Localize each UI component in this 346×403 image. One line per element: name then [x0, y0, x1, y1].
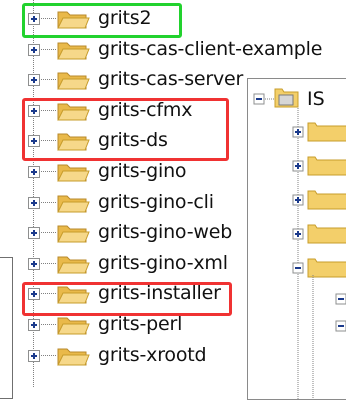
tree-connector: [41, 354, 56, 356]
tree-item-label: grits-cas-client-example: [98, 37, 323, 60]
folder-icon: [57, 164, 90, 182]
highlight-box-red: [22, 282, 232, 316]
folder-icon: [57, 195, 90, 213]
tree-connector: [41, 171, 56, 172]
tree-connector: [41, 262, 56, 264]
folder-icon: [57, 72, 90, 90]
expand-icon[interactable]: [28, 43, 40, 56]
folder-icon: [57, 256, 90, 274]
tree-item-label: grits-gino: [98, 160, 187, 182]
expand-icon[interactable]: [28, 319, 40, 331]
tree-item-label: grits-cas-server: [98, 68, 244, 91]
highlight-box-red: [22, 98, 229, 161]
tree-connector: [41, 324, 56, 325]
tree-item-label: grits-xrootd: [98, 343, 207, 366]
folder-icon: [57, 348, 90, 366]
expand-icon[interactable]: [28, 257, 40, 270]
folder-icon: [57, 42, 90, 60]
tree-connector: [41, 79, 56, 81]
expand-icon[interactable]: [28, 349, 40, 362]
tree-item-label: grits-gino-web: [98, 221, 233, 244]
highlight-box-green: [22, 3, 182, 38]
tree-connector: [41, 232, 56, 234]
tree-connector: [41, 48, 56, 50]
tree-item-label: grits-gino-xml: [98, 251, 228, 274]
tree-item-label: grits-gino-cli: [98, 190, 214, 213]
expand-icon[interactable]: [28, 227, 40, 240]
expand-icon[interactable]: [28, 196, 40, 209]
expand-icon[interactable]: [28, 166, 40, 178]
folder-icon: [57, 317, 90, 335]
project-tree: grits2 grits-cas-client-example grits-ca…: [0, 0, 346, 387]
tree-item-label: grits-perl: [98, 313, 183, 335]
expand-icon[interactable]: [28, 74, 40, 87]
tree-connector: [41, 201, 56, 203]
folder-icon: [57, 225, 90, 243]
